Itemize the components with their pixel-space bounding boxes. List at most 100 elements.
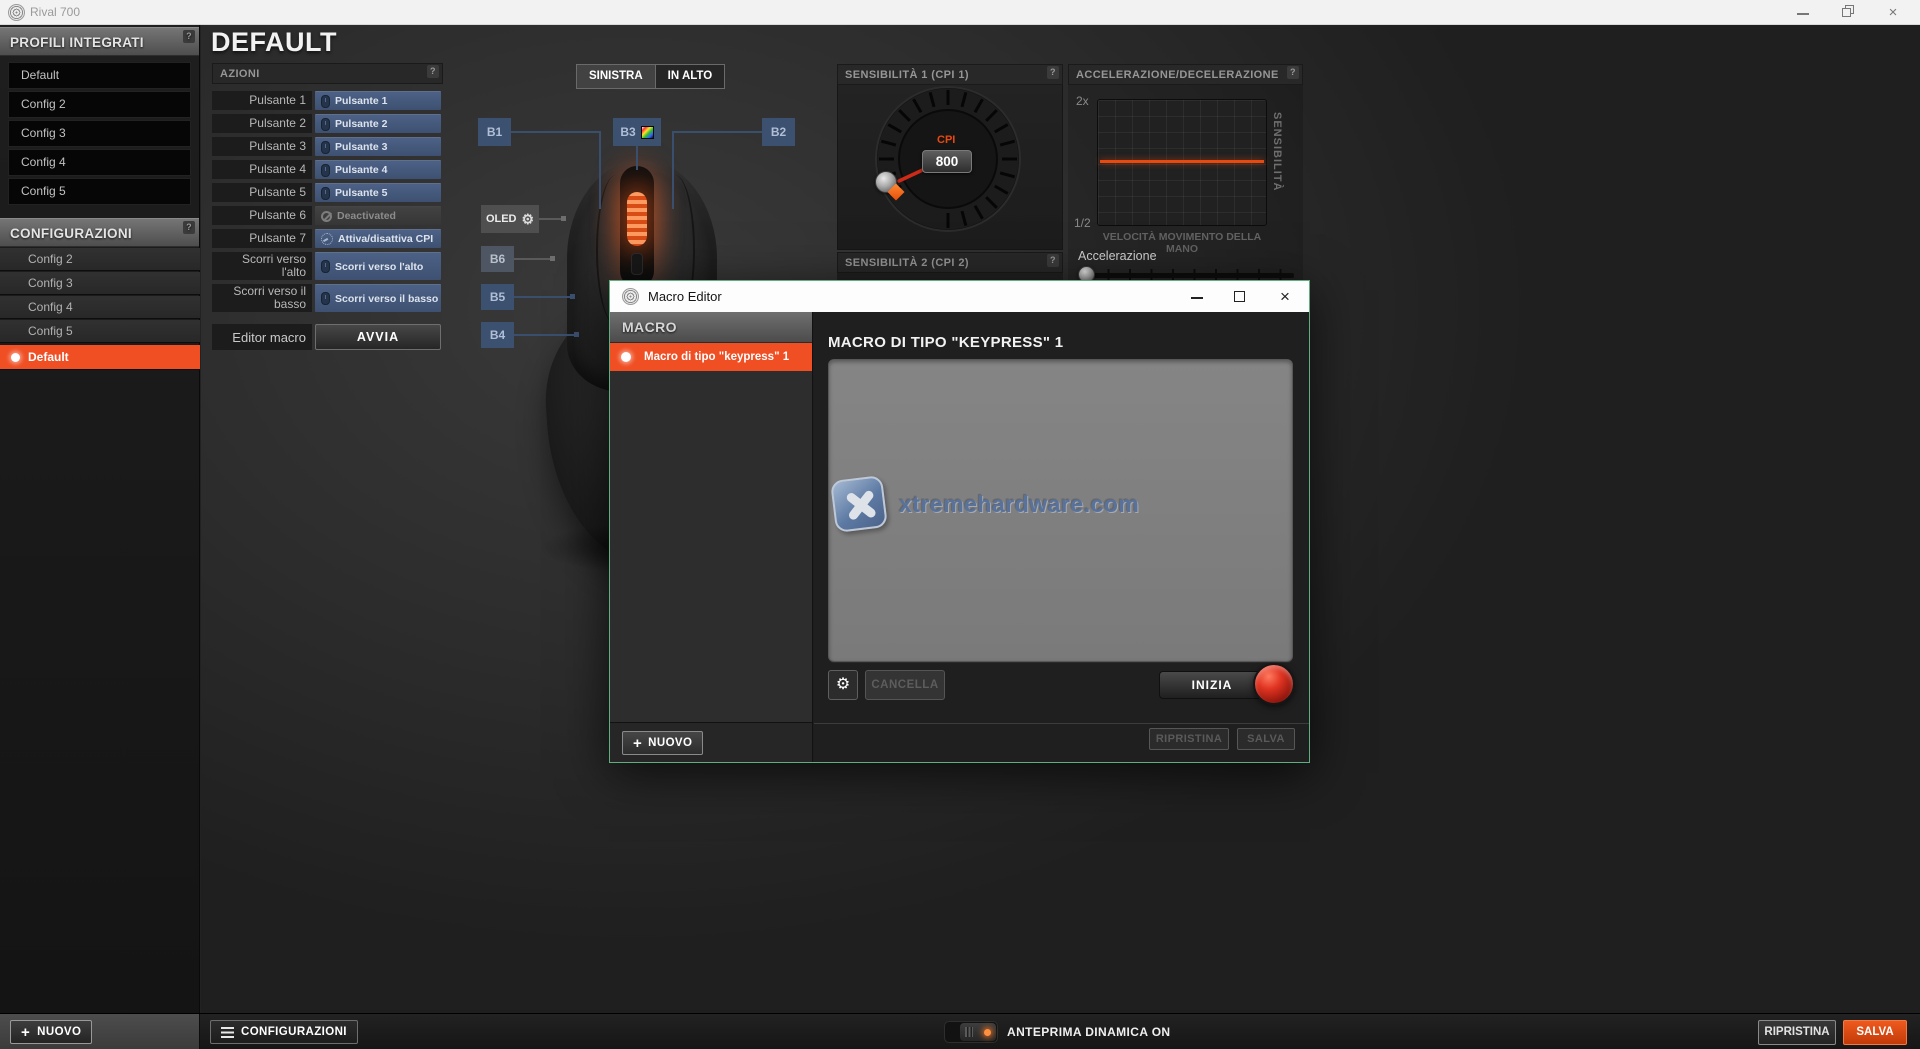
action-value-button[interactable]: Scorri verso il basso	[315, 284, 441, 312]
button-label-b4[interactable]: B4	[481, 322, 514, 348]
watermark: xtremehardware.com	[833, 478, 1139, 530]
dialog-minimize-button[interactable]	[1180, 284, 1214, 309]
footer-bar: + NUOVO CONFIGURAZIONI ANTEPRIMA DINAMIC…	[0, 1013, 1920, 1049]
action-label: Pulsante 7	[212, 229, 312, 248]
slider-track	[1086, 273, 1294, 278]
plus-icon: +	[633, 736, 642, 751]
config-item-config5[interactable]: Config 5	[0, 320, 200, 343]
help-icon[interactable]: ?	[183, 221, 195, 234]
help-icon[interactable]: ?	[427, 65, 439, 78]
button-label-b5[interactable]: B5	[481, 284, 514, 310]
action-value-button[interactable]: Attiva/disattiva CPI	[315, 229, 441, 248]
dialog-restore-button[interactable]: RIPRISTINA	[1149, 728, 1229, 750]
profile-item-config5[interactable]: Config 5	[8, 178, 191, 205]
window-title: Rival 700	[30, 0, 80, 25]
macro-editor-start-button[interactable]: AVVIA	[315, 324, 441, 350]
button-label-b2[interactable]: B2	[762, 118, 795, 146]
acceleration-slider-label: Accelerazione	[1078, 249, 1157, 263]
deactivated-icon	[321, 211, 332, 222]
footer-save-button[interactable]: SALVA	[1843, 1020, 1907, 1045]
configs-section-header: CONFIGURAZIONI ?	[0, 218, 199, 247]
macro-list-item-selected[interactable]: Macro di tipo "keypress" 1	[610, 343, 812, 371]
connector-nub	[570, 294, 575, 299]
dynamic-preview-label: ANTEPRIMA DINAMICA ON	[1007, 1014, 1171, 1049]
connector-line	[672, 131, 674, 209]
mouse-icon	[321, 95, 330, 108]
action-label: Pulsante 3	[212, 137, 312, 156]
new-profile-button[interactable]: + NUOVO	[10, 1020, 92, 1044]
window-close-button[interactable]: ×	[1876, 0, 1910, 25]
dialog-maximize-button[interactable]	[1223, 284, 1257, 309]
macro-controls: ⚙ CANCELLA INIZIA	[814, 670, 1309, 718]
action-value-button[interactable]: Pulsante 3	[315, 137, 441, 156]
color-swatch-icon	[641, 126, 654, 139]
sensitivity1-panel: SENSIBILITÀ 1 (CPI 1) ?	[837, 64, 1063, 250]
button-label-oled[interactable]: OLED⚙	[481, 205, 539, 233]
window-minimize-button[interactable]	[1786, 0, 1820, 25]
action-label: Pulsante 5	[212, 183, 312, 202]
delete-button[interactable]: CANCELLA	[865, 670, 945, 700]
sidebar: PROFILI INTEGRATI ? Default Config 2 Con…	[0, 25, 200, 1013]
maximize-icon	[1234, 291, 1245, 302]
action-value-button[interactable]: Pulsante 1	[315, 91, 441, 110]
action-label: Pulsante 6	[212, 206, 312, 225]
record-button[interactable]	[1253, 663, 1295, 705]
mouse-icon	[321, 141, 330, 154]
y-axis-bottom-label: 1/2	[1074, 216, 1091, 230]
action-value-button[interactable]: Pulsante 5	[315, 183, 441, 202]
tab-in-alto[interactable]: IN ALTO	[656, 64, 726, 89]
macro-list-panel: MACRO Macro di tipo "keypress" 1 + NUOVO	[610, 312, 813, 762]
help-icon[interactable]: ?	[1287, 66, 1299, 79]
dialog-save-button[interactable]: SALVA	[1237, 728, 1295, 750]
dialog-close-button[interactable]: ×	[1268, 284, 1302, 309]
connector-line	[672, 131, 762, 133]
cpi-dial[interactable]: CPI 800	[837, 85, 1063, 250]
connector-nub	[574, 332, 579, 337]
macro-settings-button[interactable]: ⚙	[828, 670, 858, 700]
action-value-button-disabled[interactable]: Deactivated	[315, 206, 441, 225]
window-restore-button[interactable]	[1831, 0, 1865, 25]
actions-panel-header: AZIONI ?	[212, 63, 443, 84]
sensitivity2-header: SENSIBILITÀ 2 (CPI 2) ?	[837, 252, 1063, 273]
minimize-icon	[1797, 13, 1809, 15]
dialog-titlebar[interactable]: Macro Editor ×	[610, 281, 1309, 312]
config-item-config3[interactable]: Config 3	[0, 272, 200, 295]
macro-record-area[interactable]: xtremehardware.com	[828, 359, 1293, 662]
profile-item-config2[interactable]: Config 2	[8, 91, 191, 118]
toggle-knob	[960, 1023, 996, 1041]
action-value-button[interactable]: Pulsante 2	[315, 114, 441, 133]
config-item-config2[interactable]: Config 2	[0, 248, 200, 271]
start-recording-button[interactable]: INIZIA	[1159, 671, 1265, 699]
gear-icon: ⚙	[522, 212, 535, 226]
cpi-value: 800	[922, 150, 972, 173]
steelseries-logo-icon	[622, 288, 639, 305]
window-titlebar: Rival 700 ×	[0, 0, 1920, 25]
y-axis-title: SENSIBILITÀ	[1271, 112, 1283, 191]
tab-sinistra[interactable]: SINISTRA	[576, 64, 656, 89]
help-icon[interactable]: ?	[183, 30, 195, 43]
help-icon[interactable]: ?	[1047, 254, 1059, 267]
acceleration-header: ACCELERAZIONE/DECELERAZIONE ?	[1068, 64, 1303, 85]
config-item-config4[interactable]: Config 4	[0, 296, 200, 319]
footer-restore-button[interactable]: RIPRISTINA	[1758, 1020, 1836, 1045]
profile-item-config4[interactable]: Config 4	[8, 149, 191, 176]
action-value-button[interactable]: Pulsante 4	[315, 160, 441, 179]
page-title: DEFAULT	[211, 27, 337, 58]
action-label: Scorri verso l'alto	[212, 252, 312, 280]
action-value-button[interactable]: Scorri verso l'alto	[315, 252, 441, 280]
dynamic-preview-toggle[interactable]	[944, 1021, 998, 1043]
xtremehardware-logo-icon	[830, 475, 888, 533]
macro-content-title: MACRO DI TIPO "KEYPRESS" 1	[828, 334, 1063, 351]
button-label-b1[interactable]: B1	[478, 118, 511, 146]
action-label: Pulsante 4	[212, 160, 312, 179]
profile-item-default[interactable]: Default	[8, 62, 191, 89]
config-item-default-selected[interactable]: Default	[0, 345, 200, 370]
mouse-cpi-button	[631, 253, 643, 275]
help-icon[interactable]: ?	[1047, 66, 1059, 79]
button-label-b3[interactable]: B3	[613, 118, 661, 146]
new-macro-button[interactable]: + NUOVO	[622, 731, 703, 755]
profile-item-config3[interactable]: Config 3	[8, 120, 191, 147]
configurations-button[interactable]: CONFIGURAZIONI	[210, 1020, 358, 1044]
toggle-grip-icon	[965, 1027, 973, 1037]
button-label-b6[interactable]: B6	[481, 246, 514, 272]
